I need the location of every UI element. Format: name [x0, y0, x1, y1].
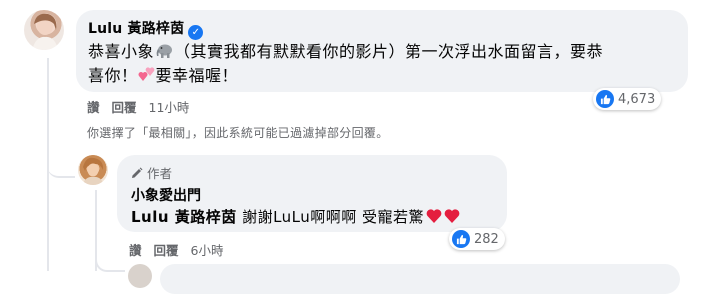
reply-reactions[interactable]: 282 [449, 228, 505, 250]
comment-reactions[interactable]: 4,673 [593, 88, 662, 110]
verified-badge-icon: ✓ [188, 25, 204, 40]
filter-note: 你選擇了「最相關」，因此系統可能已過濾掉部分回覆。 [87, 126, 389, 140]
avatar-lulu-image [32, 13, 58, 50]
like-icon [452, 230, 470, 248]
reply-like-button[interactable]: 讚 [129, 243, 142, 258]
comment-bubble: Lulu 黃路梓茵 ✓ 恭喜小象 （其實我都有默默看你的影片）第一次浮出水面留言，… [76, 10, 688, 92]
next-reply-avatar[interactable] [128, 264, 152, 288]
comment-text-line1: 恭喜小象 （其實我都有默默看你的影片）第一次浮出水面留言，要恭 [88, 42, 604, 61]
comment-author-name[interactable]: Lulu 黃路梓茵 [88, 21, 184, 37]
reply-message: 謝謝LuLu啊啊啊 受寵若驚 [242, 208, 425, 226]
pencil-icon [131, 167, 143, 179]
author-tag-label: 作者 [147, 166, 173, 181]
elephant-emoji [155, 42, 173, 58]
comment-reaction-count: 4,673 [618, 91, 656, 107]
reply-button[interactable]: 回覆 [112, 100, 137, 115]
comment-timestamp[interactable]: 11小時 [149, 100, 190, 115]
comment-text-line2: 喜你！ 要幸福喔！ [88, 66, 239, 85]
reply-mention[interactable]: Lulu 黃路梓茵 [131, 208, 237, 226]
two-hearts-emoji [138, 66, 156, 82]
thread-connector-next [95, 250, 125, 272]
like-button[interactable]: 讚 [87, 100, 100, 115]
reply-reply-button[interactable]: 回覆 [154, 243, 179, 258]
avatar-lulu[interactable] [24, 10, 64, 50]
reply-timestamp[interactable]: 6小時 [191, 243, 224, 258]
reply-author-name[interactable]: 小象愛出門 [131, 185, 201, 205]
reply-text: Lulu 黃路梓茵 謝謝LuLu啊啊啊 受寵若驚 [131, 205, 503, 229]
heart-emoji [426, 207, 462, 223]
avatar-author-image [82, 157, 104, 185]
next-reply-bubble [160, 264, 680, 294]
author-badge: 作者 [131, 163, 172, 182]
thread-connector-reply [47, 150, 75, 178]
reply-actions: 讚回覆 6小時 [129, 240, 223, 259]
avatar-author[interactable] [76, 153, 110, 187]
comment-text: 恭喜小象 （其實我都有默默看你的影片）第一次浮出水面留言，要恭 喜你！ 要幸福喔… [88, 40, 684, 88]
comment-author-row: Lulu 黃路梓茵 ✓ [88, 18, 204, 40]
reply-bubble: 作者 小象愛出門 Lulu 黃路梓茵 謝謝LuLu啊啊啊 受寵若驚 [117, 155, 507, 232]
like-icon [596, 90, 614, 108]
reply-reaction-count: 282 [474, 231, 499, 247]
comment-actions: 讚回覆 11小時 [87, 97, 189, 116]
